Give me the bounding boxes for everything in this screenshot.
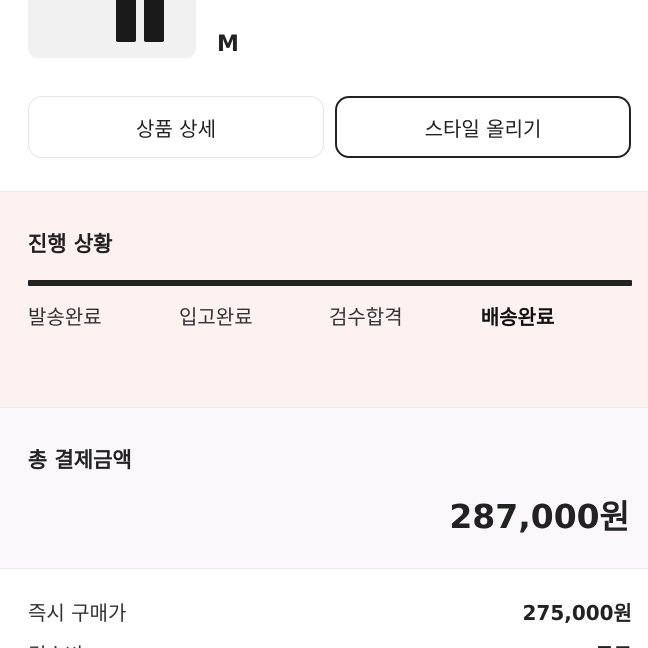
product-summary: M [0,0,648,90]
breakdown-value: 275,000원 [522,601,633,625]
pants-leg-right [144,0,164,42]
post-style-button[interactable]: 스타일 올리기 [335,96,631,158]
progress-bar [28,280,632,286]
pants-leg-left [116,0,136,42]
product-size: M [217,32,239,57]
payment-breakdown: 즉시 구매가 275,000원 검수비 무료 [0,569,648,648]
breakdown-row: 즉시 구매가 275,000원 [28,597,632,627]
step-shipped: 발송완료 [28,305,102,329]
step-inspection-passed: 검수합격 [329,305,403,329]
progress-section: 진행 상황 발송완료 입고완료 검수합격 배송완료 [0,192,648,408]
action-buttons: 상품 상세 스타일 올리기 [28,96,632,158]
step-received: 입고완료 [179,305,253,329]
product-detail-button[interactable]: 상품 상세 [28,96,324,158]
total-payment-label: 총 결제금액 [28,448,132,472]
breakdown-label: 검수비 [28,639,83,648]
product-image[interactable] [28,0,196,58]
breakdown-label: 즉시 구매가 [28,601,127,625]
breakdown-value: 무료 [595,639,632,648]
step-delivered: 배송완료 [481,305,555,329]
breakdown-row: 검수비 무료 [28,639,632,648]
progress-title: 진행 상황 [28,232,113,256]
total-payment-amount: 287,000원 [449,497,630,536]
total-payment-section: 총 결제금액 287,000원 [0,408,648,568]
